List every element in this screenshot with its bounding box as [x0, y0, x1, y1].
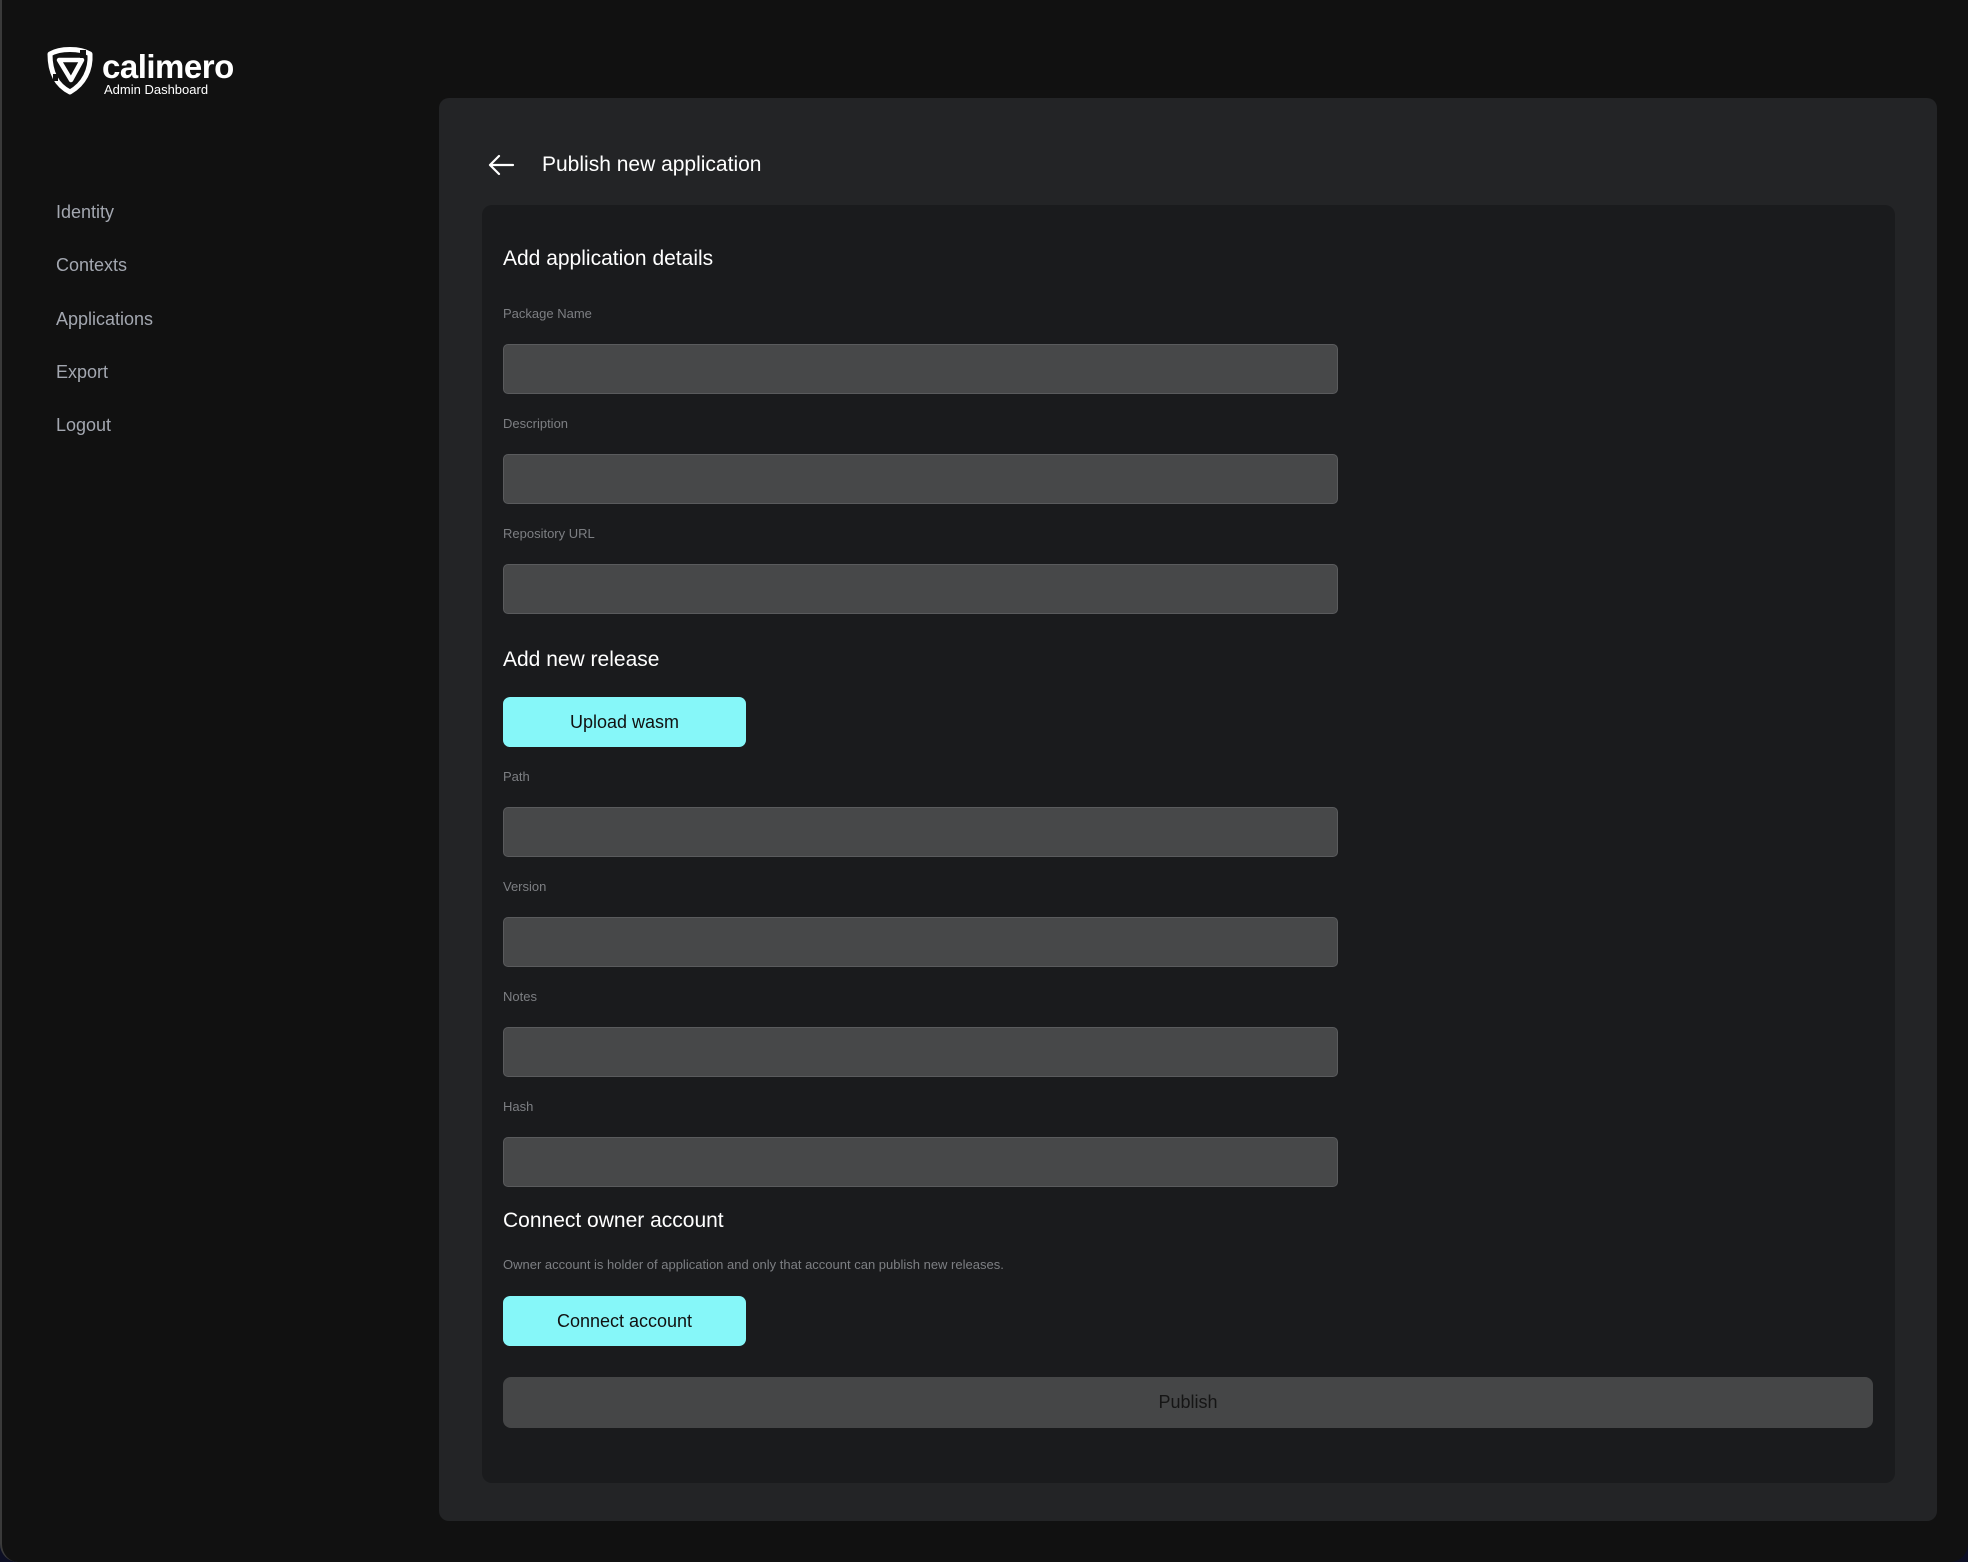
repository-url-input[interactable] [503, 564, 1338, 614]
arrow-left-icon[interactable] [487, 153, 515, 177]
path-label: Path [503, 769, 530, 784]
brand-name: calimero [102, 48, 234, 85]
version-input[interactable] [503, 917, 1338, 967]
release-section-title: Add new release [503, 648, 660, 671]
path-input[interactable] [503, 807, 1338, 857]
upload-wasm-button[interactable]: Upload wasm [503, 697, 746, 747]
brand[interactable]: calimero Admin Dashboard [44, 44, 234, 98]
sidebar-nav: Identity Contexts Applications Export Lo… [56, 200, 153, 466]
sidebar-item-logout[interactable]: Logout [56, 413, 153, 437]
owner-section-title: Connect owner account [503, 1209, 724, 1232]
hash-input[interactable] [503, 1137, 1338, 1187]
notes-input[interactable] [503, 1027, 1338, 1077]
page-title: Publish new application [542, 153, 762, 176]
version-label: Version [503, 879, 547, 894]
publish-button[interactable]: Publish [503, 1377, 1873, 1428]
description-input[interactable] [503, 454, 1338, 504]
repository-url-label: Repository URL [503, 526, 595, 541]
page-header: Publish new application [487, 150, 761, 180]
notes-label: Notes [503, 989, 537, 1004]
package-name-input[interactable] [503, 344, 1338, 394]
package-name-label: Package Name [503, 306, 592, 321]
publish-form: Add application details Package Name Des… [482, 205, 1895, 1483]
main-panel: Publish new application Add application … [439, 98, 1937, 1521]
hash-label: Hash [503, 1099, 534, 1114]
connect-account-button[interactable]: Connect account [503, 1296, 746, 1346]
owner-account-description: Owner account is holder of application a… [503, 1257, 1004, 1272]
details-section-title: Add application details [503, 247, 714, 270]
sidebar-item-export[interactable]: Export [56, 360, 153, 384]
sidebar-item-identity[interactable]: Identity [56, 200, 153, 224]
description-label: Description [503, 416, 569, 431]
calimero-logo-icon [47, 47, 93, 95]
sidebar-item-contexts[interactable]: Contexts [56, 253, 153, 277]
app-window: calimero Admin Dashboard Identity Contex… [0, 0, 1968, 1562]
sidebar-item-applications[interactable]: Applications [56, 307, 153, 331]
